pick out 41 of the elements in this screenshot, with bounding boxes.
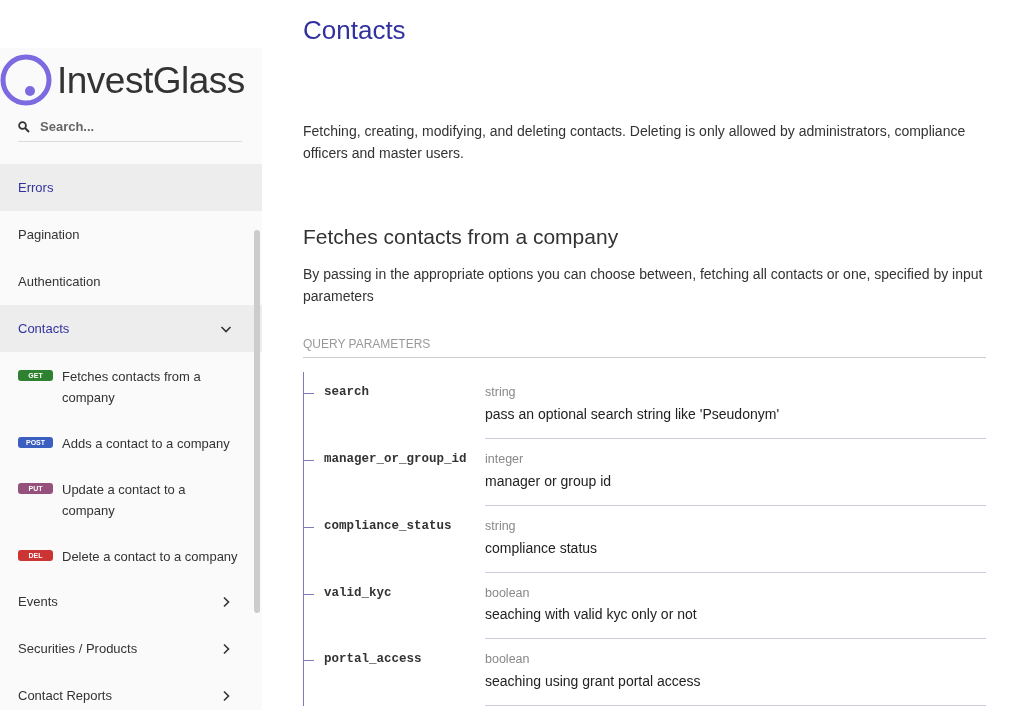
page-title: Contacts — [303, 15, 407, 47]
operation-link[interactable]: Update a contact to a company — [62, 479, 238, 521]
branch-tick — [304, 460, 314, 462]
operation-link[interactable]: Delete a contact to a company — [62, 546, 238, 567]
nav-item[interactable]: Errors — [0, 164, 262, 211]
param-name: search — [324, 385, 369, 400]
param-description: seaching with valid kyc only or not — [485, 605, 698, 625]
param-description: seaching using grant portal access — [485, 672, 702, 692]
scrollbar[interactable] — [254, 230, 260, 613]
nav-item[interactable]: Securities / Products — [0, 625, 262, 672]
nav-item[interactable]: Authentication — [0, 258, 262, 305]
branch-tick — [304, 660, 314, 662]
param-type: integer — [485, 451, 525, 469]
operation-link[interactable]: Adds a contact to a company — [62, 433, 230, 454]
param-name: portal_access — [324, 652, 422, 667]
param-type: boolean — [485, 651, 531, 669]
param-name: valid_kyc — [324, 585, 392, 600]
nav-item[interactable]: Pagination — [0, 211, 262, 258]
operation-link[interactable]: Fetches contacts from a company — [62, 366, 238, 408]
logo-icon — [0, 53, 53, 107]
search-icon — [18, 120, 30, 133]
param-name: manager_or_group_id — [324, 452, 467, 467]
branch-tick — [304, 526, 314, 528]
param-type: string — [485, 384, 517, 402]
param-description: pass an optional search string like 'Pseudonym' — [485, 405, 781, 425]
nav-item[interactable]: Contacts — [0, 305, 262, 352]
operation-description: By passing in the appropriate options you can choose between, fetching all contacts or one, specified by input parameters — [303, 265, 984, 307]
description: Fetching, creating, modifying, and deleting contacts. Deleting is only allowed by administrators, compliance officers and master users. — [303, 122, 967, 164]
param-type: boolean — [485, 584, 531, 602]
search-field[interactable]: Search... — [38, 115, 242, 138]
param-type: string — [485, 517, 517, 535]
param-description: compliance status — [485, 538, 599, 558]
nav-item[interactable]: Events — [0, 578, 262, 625]
param-description: manager or group id — [485, 471, 613, 491]
params-heading: QUERY PARAMETERS — [303, 335, 986, 359]
branch-tick — [304, 393, 314, 395]
section-title: Fetches contacts from a company — [303, 224, 620, 250]
param-name: compliance_status — [324, 518, 452, 533]
nav-item[interactable]: Contact Reports — [0, 672, 262, 710]
branch-tick — [304, 593, 314, 595]
logo-text: InvestGlass — [57, 61, 245, 99]
